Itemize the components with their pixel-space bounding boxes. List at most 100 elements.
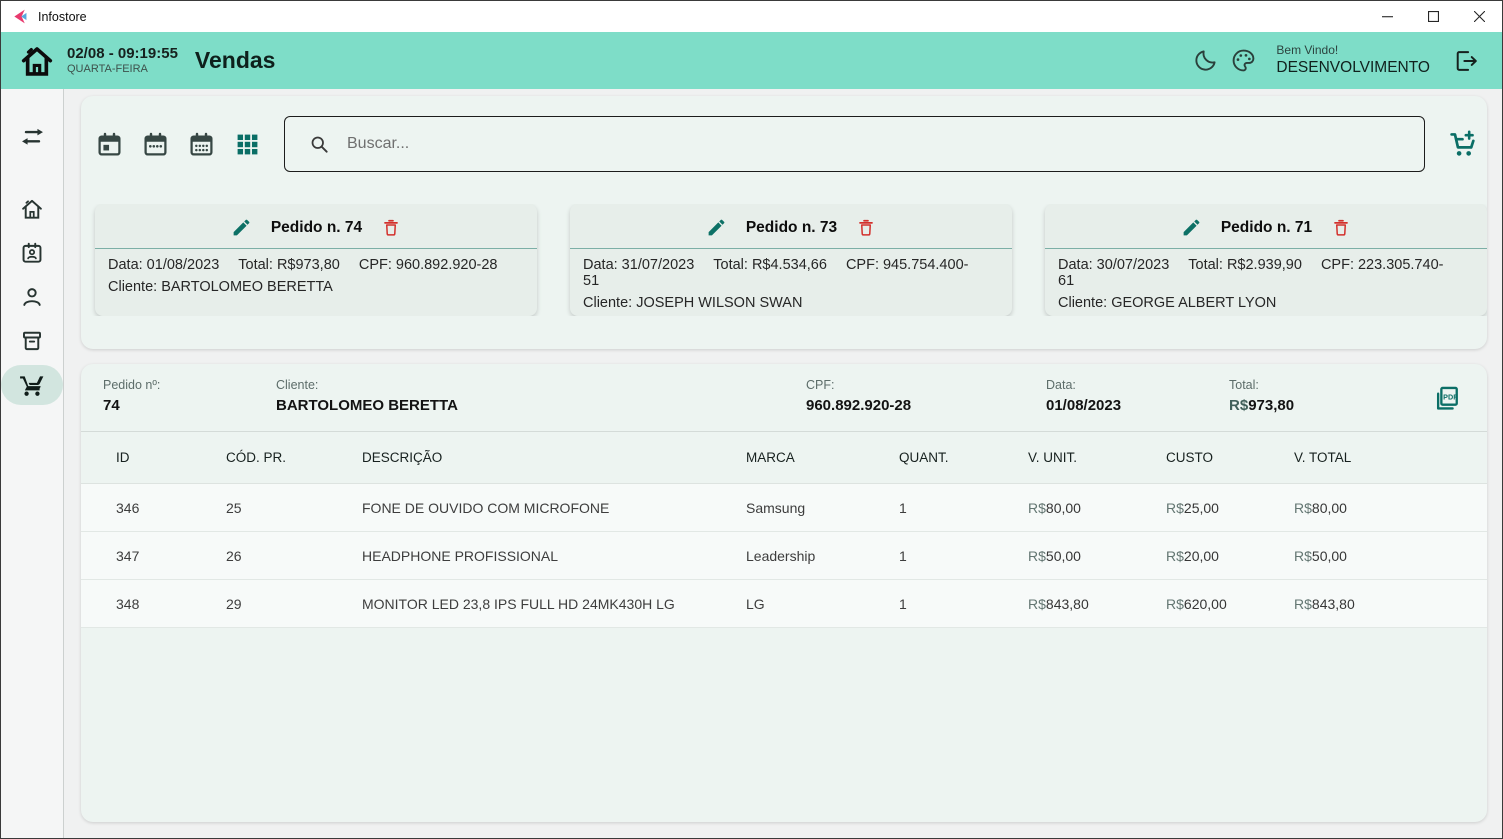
- order-number-label: Pedido nº:: [103, 378, 161, 392]
- calendar-day-icon: [97, 132, 121, 156]
- weekday: QUARTA-FEIRA: [67, 62, 148, 75]
- col-header-id: ID: [116, 450, 130, 465]
- date-label: Data:: [1046, 378, 1076, 392]
- order-client: Cliente: BARTOLOMEO BERETTA: [108, 279, 333, 295]
- pencil-icon: [233, 219, 250, 236]
- grid-icon: [237, 134, 257, 154]
- cpf-label: CPF:: [806, 378, 835, 392]
- order-number-value: 74: [103, 397, 120, 414]
- svg-text:PDF: PDF: [1443, 392, 1458, 401]
- app-header: 02/08 - 09:19:55 QUARTA-FEIRA Vendas Bem…: [1, 32, 1502, 89]
- order-card-title: Pedido n. 73: [745, 218, 838, 236]
- filter-week-button[interactable]: [137, 126, 173, 162]
- delete-order-button[interactable]: [856, 218, 876, 238]
- order-card-info: Data: 30/07/2023 Total: R$2.939,90 CPF: 22…: [1045, 249, 1487, 311]
- close-button[interactable]: [1456, 1, 1502, 32]
- logout-icon: [1456, 50, 1477, 71]
- order-date: Data: 01/08/2023: [108, 257, 220, 273]
- sidebar-item-products[interactable]: [9, 321, 55, 361]
- table-header-row: ID CÓD. PR. DESCRIÇÃO MARCA QUANT. V. UN…: [81, 432, 1487, 484]
- order-card-info: Data: 01/08/2023 Total: R$973,80 CPF: 960.…: [95, 249, 537, 295]
- sidebar-item-clients[interactable]: [9, 233, 55, 273]
- order-items-table: ID CÓD. PR. DESCRIÇÃO MARCA QUANT. V. UN…: [81, 432, 1487, 628]
- filter-day-button[interactable]: [91, 126, 127, 162]
- datetime-block: 02/08 - 09:19:55 QUARTA-FEIRA: [67, 45, 178, 76]
- titlebar: Infostore: [1, 1, 1502, 32]
- table-row[interactable]: 347 26 HEADPHONE PROFISSIONAL Leadership…: [81, 532, 1487, 580]
- order-total: Total: R$2.939,90: [1188, 257, 1302, 273]
- app-body: Pedido n. 74: [1, 89, 1502, 838]
- logout-button[interactable]: [1446, 41, 1486, 81]
- search-box[interactable]: [284, 116, 1425, 172]
- total-label: Total:: [1229, 378, 1259, 392]
- page-title: Vendas: [194, 47, 276, 73]
- order-date: Data: 30/07/2023: [1058, 257, 1170, 273]
- moon-icon: [1195, 50, 1216, 71]
- minimize-button[interactable]: [1364, 1, 1410, 32]
- sidebar-item-sales[interactable]: [1, 365, 63, 405]
- col-header-marca: MARCA: [746, 450, 795, 465]
- date-value: 01/08/2023: [1046, 397, 1122, 414]
- home-icon: [22, 199, 42, 219]
- shopping-cart-icon: [20, 376, 44, 396]
- edit-order-button[interactable]: [231, 217, 252, 238]
- col-header-custo: CUSTO: [1166, 450, 1214, 465]
- new-sale-button[interactable]: [1441, 122, 1485, 166]
- sidebar: [1, 89, 64, 838]
- calendar-month-icon: [189, 132, 213, 156]
- window-title: Infostore: [38, 9, 87, 24]
- col-header-quant: QUANT.: [899, 450, 949, 465]
- header-right: Bem Vindo! DESENVOLVIMENTO: [1186, 41, 1486, 81]
- orders-panel: Pedido n. 74: [81, 96, 1487, 349]
- order-total: Total: R$973,80: [238, 257, 340, 273]
- person-icon: [23, 288, 41, 306]
- order-card-title: Pedido n. 71: [1220, 218, 1313, 236]
- date-time: 02/08 - 09:19:55: [67, 44, 178, 62]
- calendar-week-icon: [143, 132, 167, 156]
- order-card[interactable]: Pedido n. 74 Data: 01/08/2023 Total: R$9…: [95, 204, 537, 316]
- contact-badge-icon: [22, 242, 42, 263]
- search-icon: [311, 136, 328, 153]
- trash-icon: [859, 219, 874, 236]
- table-row[interactable]: 346 25 FONE DE OUVIDO COM MICROFONE Sams…: [81, 484, 1487, 532]
- sidebar-item-home[interactable]: [9, 189, 55, 229]
- theme-color-button[interactable]: [1224, 42, 1262, 80]
- home-button[interactable]: [15, 39, 59, 83]
- table-row[interactable]: 348 29 MONITOR LED 23,8 IPS FULL HD 24MK…: [81, 580, 1487, 628]
- delete-order-button[interactable]: [1331, 218, 1351, 238]
- trash-icon: [1334, 219, 1349, 236]
- view-all-button[interactable]: [229, 126, 265, 162]
- palette-icon: [1232, 49, 1255, 72]
- order-detail-header: Pedido nº: 74 Cliente: BARTOLOMEO BERETT…: [81, 364, 1487, 432]
- trash-icon: [384, 219, 399, 236]
- order-card-title: Pedido n. 74: [270, 218, 363, 236]
- order-cpf: CPF: 960.892.920-28: [358, 257, 498, 273]
- filter-month-button[interactable]: [183, 126, 219, 162]
- order-client: Cliente: JOSEPH WILSON SWAN: [583, 295, 803, 311]
- order-detail-panel: Pedido nº: 74 Cliente: BARTOLOMEO BERETT…: [81, 364, 1487, 822]
- dark-mode-button[interactable]: [1186, 42, 1224, 80]
- delete-order-button[interactable]: [381, 218, 401, 238]
- welcome-label: Bem Vindo!: [1276, 43, 1339, 58]
- edit-order-button[interactable]: [1181, 217, 1202, 238]
- export-pdf-button[interactable]: PDF: [1423, 376, 1467, 420]
- order-cards: Pedido n. 74 Data: 01/08/2023 Total: R$9…: [81, 204, 1487, 316]
- add-cart-icon: [1449, 130, 1475, 156]
- edit-order-button[interactable]: [706, 217, 727, 238]
- col-header-cod: CÓD. PR.: [226, 450, 287, 465]
- username: DESENVOLVIMENTO: [1276, 59, 1430, 77]
- sidebar-item-users[interactable]: [9, 277, 55, 317]
- sidebar-item-transactions[interactable]: [9, 117, 55, 157]
- archive-box-icon: [23, 331, 41, 351]
- pencil-icon: [1183, 219, 1200, 236]
- search-input[interactable]: [347, 135, 1424, 153]
- order-card[interactable]: Pedido n. 71 Data: 30/07/2023 Total: R$2…: [1045, 204, 1487, 316]
- app-logo-icon: [14, 9, 27, 24]
- swap-horizontal-icon: [21, 128, 43, 145]
- order-card[interactable]: Pedido n. 73 Data: 31/07/2023 Total: R$4…: [570, 204, 1012, 316]
- main-content: Pedido n. 74: [64, 89, 1502, 838]
- col-header-vunit: V. UNIT.: [1028, 450, 1078, 465]
- cpf-value: 960.892.920-28: [806, 397, 912, 414]
- maximize-button[interactable]: [1410, 1, 1456, 32]
- pencil-icon: [708, 219, 725, 236]
